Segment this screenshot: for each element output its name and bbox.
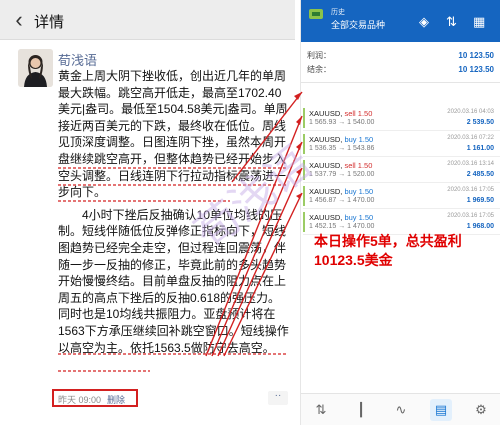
quotes-icon[interactable]: ⇅ [310, 399, 332, 421]
profit-annotation: 本日操作5单，总共盈利10123.5美金 [314, 233, 462, 268]
trade-symbol: XAUUSD, sell 1.50 [309, 109, 372, 118]
trade-list: XAUUSD, sell 1.50 1 565.93 → 1 540.00 2020… [301, 83, 500, 235]
page-title: 详情 [34, 14, 65, 31]
post-time: 昨天 09:00 [58, 395, 102, 405]
calendar-icon[interactable]: ▦ [473, 14, 485, 30]
trade-profit: 1 969.50 [466, 197, 494, 204]
trade-symbol: XAUUSD, buy 1.50 [309, 135, 373, 144]
trade-side: buy 1.50 [344, 135, 374, 144]
history-icon[interactable]: ▤ [430, 398, 452, 421]
trade-row[interactable]: XAUUSD, buy 1.50 1 536.35 → 1 543.86 2020.… [303, 131, 500, 157]
trade-prices: 1 452.15 → 1 470.00 [309, 223, 375, 230]
trade-profit: 2 539.50 [466, 119, 494, 126]
balance-row: 结余： 10 123.50 [307, 64, 494, 74]
author-name[interactable]: 荀浅语 [58, 50, 97, 69]
symbol-text: XAUUSD, [309, 213, 343, 222]
trade-symbol: XAUUSD, sell 1.50 [309, 161, 372, 170]
moment-detail-pane: ‹ 详情 荀浅语 黄金上周大阴下挫收低，创出近几年的单周最大跌幅。跳空高开低走，… [0, 0, 295, 425]
symbol-text: XAUUSD, [309, 109, 343, 118]
symbol-text: XAUUSD, [309, 187, 343, 196]
delete-link[interactable]: 删除 [107, 393, 125, 406]
symbol-text: XAUUSD, [309, 161, 343, 170]
trade-prices: 1 537.79 → 1 520.00 [309, 171, 375, 178]
trade-symbol: XAUUSD, buy 1.50 [309, 213, 373, 222]
post-body: 黄金上周大阴下挫收低，创出近几年的单周最大跌幅。跳空高开低走，最高至1702.4… [58, 68, 290, 356]
trade-time: 2020.03.16 17:05 [447, 187, 494, 193]
trade-row[interactable]: XAUUSD, buy 1.50 1 456.87 → 1 470.00 2020.… [303, 183, 500, 209]
back-icon[interactable]: ‹ [8, 7, 30, 32]
symbol-filter-title[interactable]: 全部交易品种 [331, 18, 385, 31]
symbol-text: XAUUSD, [309, 135, 343, 144]
history-label: 历史 [331, 9, 345, 16]
post-paragraph-2: 4小时下挫后反抽确认10单位均线的压制。短线伴随低位反弹修正指标向下，短线图趋势… [58, 207, 289, 355]
history-summary: 利润： 10 123.50 结余： 10 123.50 [301, 42, 500, 76]
trade-side: sell 1.50 [344, 109, 373, 118]
avatar[interactable] [18, 49, 53, 87]
trade-side: buy 1.50 [344, 213, 374, 222]
trade-time: 2020.03.16 17:05 [447, 213, 494, 219]
chart-icon[interactable]: ┃ [350, 399, 372, 421]
trade-row[interactable]: XAUUSD, sell 1.50 1 565.93 → 1 540.00 2020… [303, 105, 500, 131]
trade-symbol: XAUUSD, buy 1.50 [309, 187, 373, 196]
history-header: 历史 全部交易品种 ◈ ⇅ ▦ [301, 0, 500, 42]
trade-row[interactable]: XAUUSD, sell 1.50 1 537.79 → 1 520.00 2020… [303, 157, 500, 183]
trade-time: 2020.03.16 07:22 [447, 135, 494, 141]
trade-prices: 1 536.35 → 1 543.86 [309, 145, 375, 152]
symbol-filter-icon[interactable]: ◈ [419, 14, 429, 30]
trade-prices: 1 456.87 → 1 470.00 [309, 197, 375, 204]
trading-history-pane: 历史 全部交易品种 ◈ ⇅ ▦ 利润： 10 123.50 结余： 10 123… [300, 0, 500, 425]
trade-profit: 1 161.00 [466, 145, 494, 152]
settings-icon[interactable]: ⚙ [470, 399, 492, 421]
trade-side: buy 1.50 [344, 187, 374, 196]
bottom-tab-bar: ⇅ ┃ ∿ ▤ ⚙ [301, 393, 500, 425]
profit-row: 利润： 10 123.50 [307, 50, 494, 60]
trade-side: sell 1.50 [344, 161, 373, 170]
app-logo-icon [309, 9, 323, 19]
sort-icon[interactable]: ⇅ [446, 14, 457, 30]
trade-profit: 2 485.50 [466, 171, 494, 178]
trade-time: 2020.03.16 04:03 [447, 109, 494, 115]
trade-time: 2020.03.16 13:14 [447, 161, 494, 167]
trade-prices: 1 565.93 → 1 540.00 [309, 119, 375, 126]
top-bar: ‹ 详情 [0, 0, 295, 40]
trade-icon[interactable]: ∿ [390, 399, 412, 421]
trade-profit: 1 968.00 [466, 223, 494, 230]
post-paragraph-1: 黄金上周大阴下挫收低，创出近几年的单周最大跌幅。跳空高开低走，最高至1702.4… [58, 69, 288, 200]
post-meta: 昨天 09:00 删除 [58, 393, 125, 406]
comment-more-button[interactable]: ·· [268, 391, 288, 405]
